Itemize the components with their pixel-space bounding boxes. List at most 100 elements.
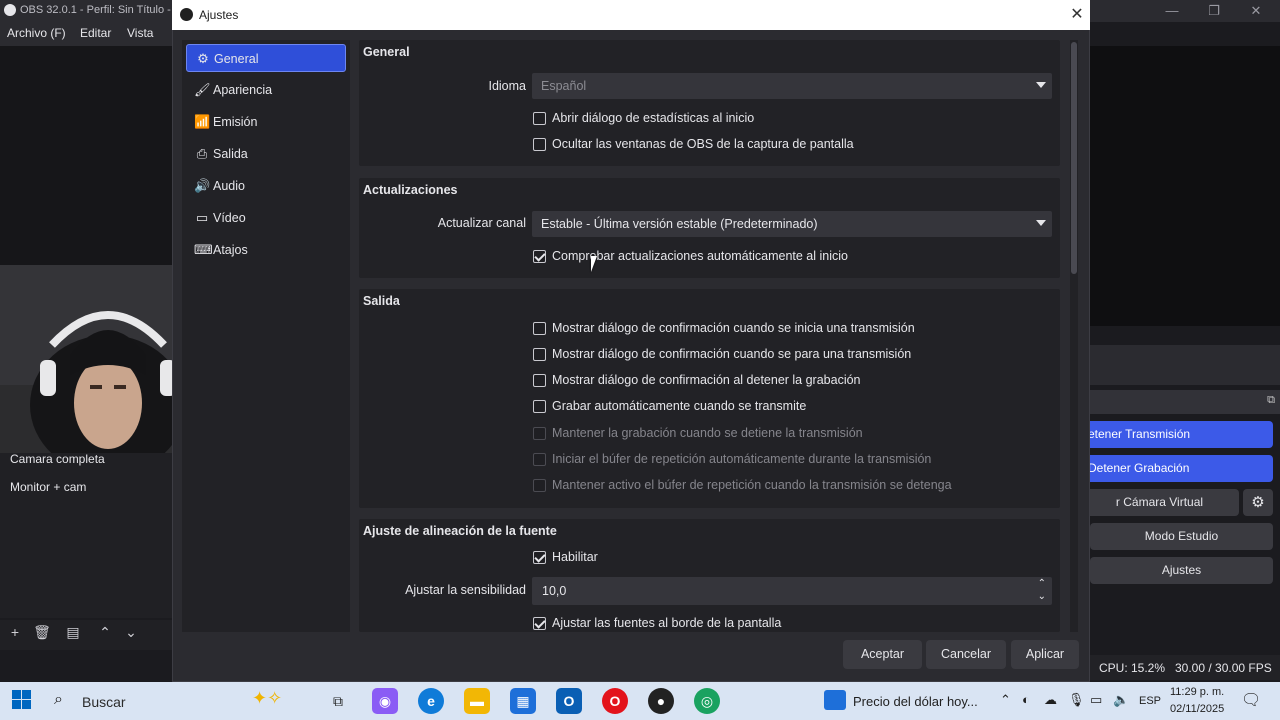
chevron-down-icon[interactable]: ⌄ (1038, 591, 1046, 602)
edge-browser-icon[interactable]: e (418, 688, 444, 714)
input-language[interactable]: ESP (1139, 695, 1161, 707)
checkbox-label: Grabar automáticamente cuando se transmi… (552, 399, 807, 413)
minimize-icon[interactable]: — (1163, 2, 1181, 20)
checkbox[interactable] (533, 250, 546, 263)
virtual-camera-settings-gear-icon[interactable]: ⚙ (1243, 489, 1273, 516)
add-icon[interactable]: + (6, 624, 24, 644)
battery-icon[interactable]: ▭ (1090, 692, 1102, 708)
checkbox[interactable] (533, 617, 546, 630)
nav-item-general[interactable]: ⚙ General (186, 44, 346, 72)
scene-item[interactable]: Monitor + cam (10, 480, 86, 494)
nav-item-audio[interactable]: 🔊 Audio (186, 172, 346, 200)
update-channel-select[interactable]: Estable - Última versión estable (Predet… (532, 211, 1052, 237)
nav-label: Audio (213, 179, 245, 193)
opera-icon[interactable]: O (602, 688, 628, 714)
checkbox[interactable] (533, 374, 546, 387)
trash-icon[interactable]: 🗑 (33, 624, 51, 644)
store-icon[interactable]: ▦ (510, 688, 536, 714)
checkbox-label: Iniciar el búfer de repetición automátic… (552, 452, 932, 466)
obs-window-title: OBS 32.0.1 - Perfil: Sin Título - (20, 4, 171, 16)
checkbox[interactable] (533, 551, 546, 564)
scrollbar-thumb[interactable] (1071, 42, 1077, 274)
close-icon[interactable]: ✕ (1247, 2, 1265, 20)
nav-item-appearance[interactable]: 🖌 Apariencia (186, 76, 346, 104)
stop-stream-button[interactable]: etener Transmisión (1080, 421, 1273, 448)
confirm-start-stream-checkbox[interactable]: Mostrar diálogo de confirmación cuando s… (532, 319, 932, 339)
language-label: Idioma (488, 79, 526, 93)
copilot-icon[interactable]: ◉ (372, 688, 398, 714)
news-widget-text[interactable]: Precio del dólar hoy... (853, 694, 978, 709)
stop-recording-button[interactable]: Detener Grabación (1080, 455, 1273, 482)
snapping-enable-checkbox[interactable]: Habilitar (532, 548, 652, 568)
checkbox (533, 453, 546, 466)
confirm-stop-record-checkbox[interactable]: Mostrar diálogo de confirmación al deten… (532, 371, 932, 391)
auto-check-updates-checkbox[interactable]: Comprobar actualizaciones automáticament… (532, 247, 862, 267)
meet-icon[interactable]: ◐ (1022, 692, 1030, 707)
cancel-button[interactable]: Cancelar (926, 640, 1006, 669)
sensitivity-label: Ajustar la sensibilidad (405, 583, 526, 597)
restore-icon[interactable]: ❐ (1205, 2, 1223, 20)
filter-icon[interactable]: ▤ (64, 624, 82, 644)
checkbox[interactable] (533, 112, 546, 125)
scene-item[interactable]: Camara completa (10, 452, 105, 466)
volume-icon[interactable]: 🔈 (1113, 692, 1129, 708)
obs-taskbar-icon[interactable]: ● (648, 688, 674, 714)
studio-mode-button[interactable]: Modo Estudio (1090, 523, 1273, 550)
task-view-icon[interactable]: ⧉ (325, 688, 351, 714)
nav-item-output[interactable]: ⎙ Salida (186, 140, 346, 168)
ok-button[interactable]: Aceptar (843, 640, 922, 669)
auto-record-checkbox[interactable]: Grabar automáticamente cuando se transmi… (532, 397, 932, 417)
mouse-cursor-icon (591, 256, 603, 272)
checkbox[interactable] (533, 400, 546, 413)
monitor-icon: ▭ (195, 210, 209, 225)
language-select[interactable]: Español (532, 73, 1052, 99)
menu-archivo[interactable]: Archivo (F) (7, 26, 66, 40)
clock-date[interactable]: 02/11/2025 (1170, 703, 1224, 715)
snap-screen-edges-checkbox[interactable]: Ajustar las fuentes al borde de la panta… (532, 614, 832, 634)
move-down-icon[interactable]: ⌄ (122, 624, 140, 644)
clock-time[interactable]: 11:29 p. m. (1170, 686, 1224, 698)
checkbox-label: Mostrar diálogo de confirmación cuando s… (552, 321, 915, 335)
nav-label: Emisión (213, 115, 258, 129)
menu-editar[interactable]: Editar (80, 26, 111, 40)
sensitivity-spinbox[interactable]: 10,0 ⌃ ⌄ (532, 577, 1052, 605)
nav-item-video[interactable]: ▭ Vídeo (186, 204, 346, 232)
language-value: Español (541, 79, 587, 93)
gear-icon: ⚙ (197, 51, 209, 66)
move-up-icon[interactable]: ⌃ (96, 624, 114, 644)
stats-dialog-checkbox[interactable]: Abrir diálogo de estadísticas al inicio (532, 109, 832, 129)
settings-button[interactable]: Ajustes (1090, 557, 1273, 584)
dialog-close-icon[interactable]: ✕ (1067, 5, 1087, 25)
group-title-output: Salida (363, 294, 400, 308)
virtual-camera-button[interactable]: r Cámara Virtual (1080, 489, 1239, 516)
cpu-usage: CPU: 15.2% (1099, 661, 1166, 675)
checkbox[interactable] (533, 322, 546, 335)
notification-icon[interactable]: 🗨 (1241, 690, 1261, 710)
cloud-icon[interactable]: ☁ (1044, 692, 1057, 708)
file-explorer-icon[interactable]: ▬ (464, 688, 490, 714)
update-channel-label: Actualizar canal (437, 216, 526, 230)
apply-button[interactable]: Aplicar (1011, 640, 1079, 669)
checkbox[interactable] (533, 348, 546, 361)
windows-start-icon[interactable] (12, 690, 32, 710)
speaker-icon: 🔊 (194, 178, 211, 193)
keep-recording-checkbox: Mantener la grabación cuando se detiene … (532, 424, 932, 444)
chevron-up-icon[interactable]: ⌃ (1000, 692, 1011, 708)
menu-vista[interactable]: Vista (127, 26, 153, 40)
checkbox[interactable] (533, 138, 546, 151)
obs-logo-icon (4, 4, 16, 16)
checkbox-label: Ajustar las fuentes al borde de la panta… (552, 616, 782, 630)
outlook-icon[interactable]: O (556, 688, 582, 714)
microphone-icon[interactable]: 🎙 (1068, 692, 1085, 708)
news-widget-icon[interactable] (824, 690, 846, 710)
checkbox-label: Mostrar diálogo de confirmación al deten… (552, 373, 861, 387)
hide-windows-checkbox[interactable]: Ocultar las ventanas de OBS de la captur… (532, 135, 932, 155)
confirm-stop-stream-checkbox[interactable]: Mostrar diálogo de confirmación cuando s… (532, 345, 932, 365)
nav-item-hotkeys[interactable]: ⌨ Atajos (186, 236, 346, 264)
nav-item-stream[interactable]: 📶 Emisión (186, 108, 346, 136)
chevron-up-icon[interactable]: ⌃ (1038, 578, 1046, 589)
nav-label: Vídeo (213, 211, 246, 225)
search-icon: ⌕ (54, 691, 63, 708)
chrome-icon[interactable]: ◎ (694, 688, 720, 714)
undock-icon[interactable]: ⧉ (1267, 394, 1275, 407)
